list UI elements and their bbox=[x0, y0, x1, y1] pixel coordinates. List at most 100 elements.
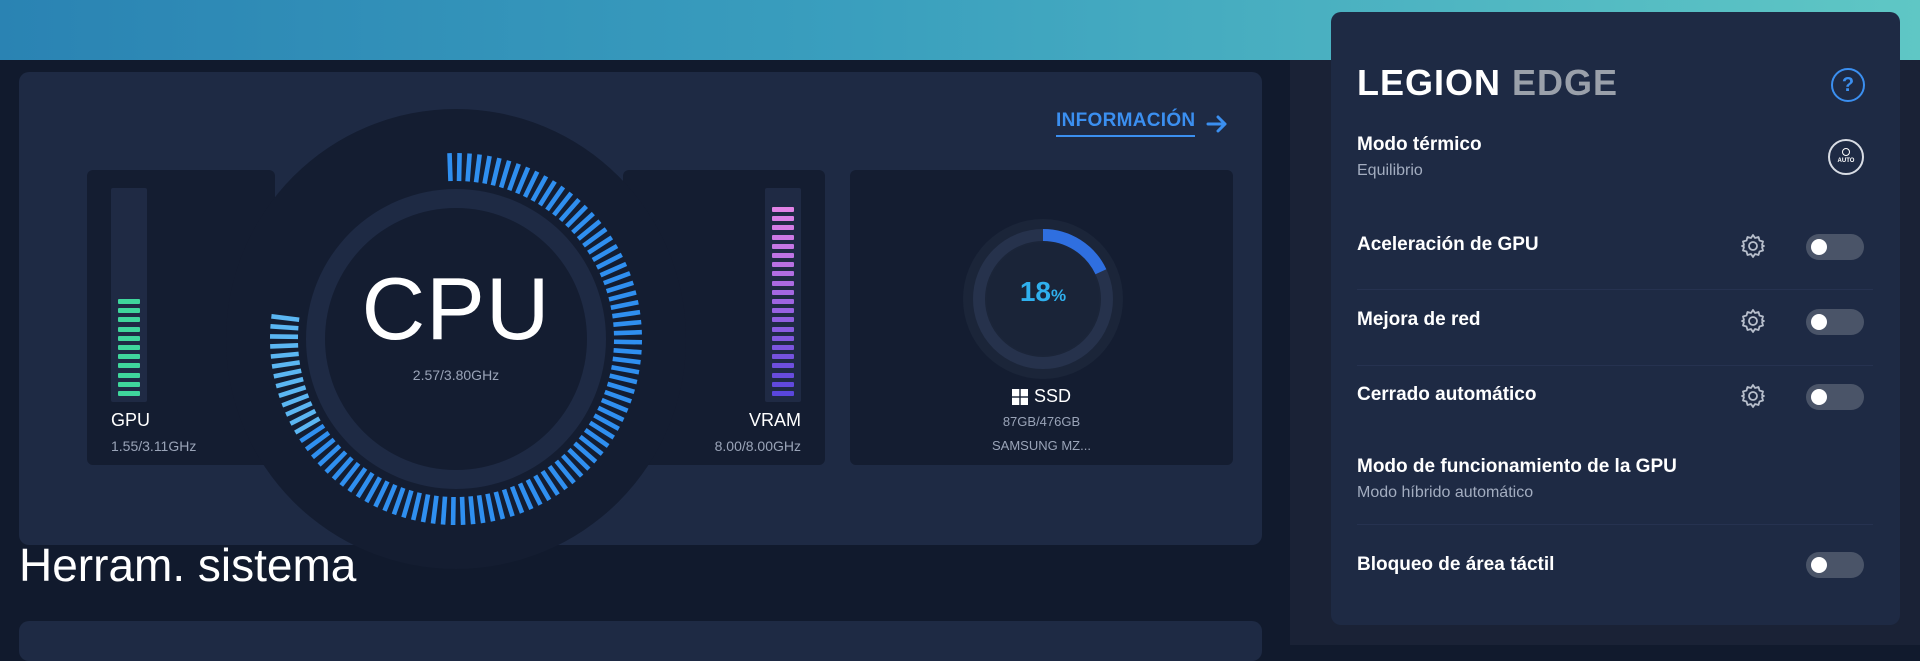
cpu-tick bbox=[450, 153, 451, 181]
thermal-mode-value: Equilibrio bbox=[1357, 162, 1877, 180]
bar-segment bbox=[118, 336, 140, 341]
bar-segment bbox=[118, 354, 140, 359]
section-title: Herram. sistema bbox=[19, 538, 356, 592]
information-link-label: INFORMACIÓN bbox=[1056, 110, 1195, 137]
gpu-working-mode-row[interactable]: Modo de funcionamiento de la GPU Modo hí… bbox=[1357, 456, 1877, 502]
bar-segment bbox=[772, 345, 794, 350]
ssd-percent-unit: % bbox=[1051, 286, 1066, 305]
cpu-tick bbox=[471, 496, 474, 524]
bar-segment bbox=[772, 271, 794, 276]
bar-segment bbox=[772, 317, 794, 322]
logo-edge: EDGE bbox=[1512, 62, 1618, 103]
bar-segment bbox=[772, 262, 794, 267]
legion-edge-card: LEGION EDGE ? Modo térmico Equilibrio AU… bbox=[1331, 12, 1900, 625]
touchpad-lock-title: Bloqueo de área táctil bbox=[1357, 554, 1877, 576]
bar-segment bbox=[118, 382, 140, 387]
legion-edge-logo: LEGION EDGE bbox=[1357, 62, 1618, 104]
cpu-tick bbox=[443, 497, 445, 525]
bar-segment bbox=[118, 317, 140, 322]
gpu-label: GPU bbox=[111, 410, 150, 431]
bar-segment bbox=[772, 253, 794, 258]
hardware-card: GPU 1.55/3.11GHz VRAM 8.00/8.00GHz CPU 2… bbox=[19, 72, 1262, 545]
thermal-auto-icon[interactable]: AUTO bbox=[1828, 139, 1864, 175]
arrow-right-icon bbox=[1205, 112, 1229, 136]
gpu-acceleration-settings-gear-icon[interactable] bbox=[1739, 232, 1767, 260]
ssd-label: SSD bbox=[1034, 386, 1071, 407]
gpu-working-mode-title: Modo de funcionamiento de la GPU bbox=[1357, 456, 1877, 478]
ssd-percent-value: 18 bbox=[1020, 276, 1051, 307]
cpu-dial: CPU 2.57/3.80GHz bbox=[219, 102, 693, 576]
bar-segment bbox=[772, 308, 794, 313]
help-icon[interactable]: ? bbox=[1831, 68, 1865, 102]
bar-segment bbox=[772, 373, 794, 378]
ssd-panel: 18% SSD 87GB/476GB SAMSUNG MZ... bbox=[850, 170, 1233, 465]
thermal-mode-row[interactable]: Modo térmico Equilibrio bbox=[1357, 134, 1877, 180]
windows-icon bbox=[1012, 389, 1028, 405]
vram-usage-bar bbox=[765, 188, 801, 402]
auto-close-settings-gear-icon[interactable] bbox=[1739, 382, 1767, 410]
bar-segment bbox=[118, 373, 140, 378]
divider bbox=[1357, 289, 1873, 290]
toggle-knob bbox=[1811, 239, 1827, 255]
ssd-title: SSD bbox=[850, 386, 1233, 407]
gpu-acceleration-toggle[interactable] bbox=[1806, 234, 1864, 260]
gpu-acceleration-title: Aceleración de GPU bbox=[1357, 234, 1877, 256]
bar-segment bbox=[118, 308, 140, 313]
bar-segment bbox=[772, 290, 794, 295]
auto-close-title: Cerrado automático bbox=[1357, 384, 1877, 406]
bar-segment bbox=[772, 391, 794, 396]
auto-icon-text: AUTO bbox=[1830, 158, 1862, 164]
bar-segment bbox=[118, 327, 140, 332]
bar-segment bbox=[772, 363, 794, 368]
bar-segment bbox=[118, 299, 140, 304]
network-boost-settings-gear-icon[interactable] bbox=[1739, 307, 1767, 335]
ssd-percent: 18% bbox=[962, 276, 1124, 308]
divider bbox=[1357, 365, 1873, 366]
thermal-mode-title: Modo térmico bbox=[1357, 134, 1877, 156]
bar-segment bbox=[772, 207, 794, 212]
cpu-label: CPU bbox=[219, 258, 693, 360]
divider bbox=[1357, 524, 1873, 525]
bar-segment bbox=[772, 244, 794, 249]
bar-segment bbox=[118, 391, 140, 396]
logo-legion: LEGION bbox=[1357, 62, 1501, 103]
ssd-capacity: 87GB/476GB bbox=[850, 414, 1233, 429]
cpu-tick bbox=[459, 153, 460, 181]
bar-segment bbox=[772, 225, 794, 230]
information-link[interactable]: INFORMACIÓN bbox=[1056, 110, 1229, 137]
system-tools-card bbox=[19, 621, 1262, 661]
touchpad-lock-row: Bloqueo de área táctil bbox=[1357, 554, 1877, 576]
bar-segment bbox=[772, 281, 794, 286]
auto-dot bbox=[1842, 148, 1850, 156]
cpu-frequency: 2.57/3.80GHz bbox=[219, 367, 693, 383]
bar-segment bbox=[118, 345, 140, 350]
bar-segment bbox=[772, 235, 794, 240]
gpu-acceleration-row: Aceleración de GPU bbox=[1357, 234, 1877, 256]
gpu-working-mode-value: Modo híbrido automático bbox=[1357, 484, 1877, 502]
vram-label: VRAM bbox=[749, 410, 801, 431]
touchpad-lock-toggle[interactable] bbox=[1806, 552, 1864, 578]
cpu-tick bbox=[462, 497, 463, 525]
cpu-tick bbox=[468, 153, 470, 181]
bar-segment bbox=[772, 299, 794, 304]
vram-value: 8.00/8.00GHz bbox=[715, 438, 801, 454]
toggle-knob bbox=[1811, 389, 1827, 405]
bar-segment bbox=[118, 363, 140, 368]
bar-segment bbox=[772, 354, 794, 359]
network-boost-title: Mejora de red bbox=[1357, 309, 1877, 331]
bar-segment bbox=[772, 382, 794, 387]
bar-segment bbox=[772, 327, 794, 332]
gpu-usage-bar bbox=[111, 188, 147, 402]
ssd-dial: 18% bbox=[962, 218, 1124, 380]
auto-close-toggle[interactable] bbox=[1806, 384, 1864, 410]
main-area: GPU 1.55/3.11GHz VRAM 8.00/8.00GHz CPU 2… bbox=[0, 60, 1290, 645]
bar-segment bbox=[772, 216, 794, 221]
toggle-knob bbox=[1811, 557, 1827, 573]
network-boost-toggle[interactable] bbox=[1806, 309, 1864, 335]
ssd-model: SAMSUNG MZ... bbox=[850, 438, 1233, 453]
network-boost-row: Mejora de red bbox=[1357, 309, 1877, 331]
gpu-frequency: 1.55/3.11GHz bbox=[111, 438, 196, 454]
auto-close-row: Cerrado automático bbox=[1357, 384, 1877, 406]
bar-segment bbox=[772, 336, 794, 341]
toggle-knob bbox=[1811, 314, 1827, 330]
